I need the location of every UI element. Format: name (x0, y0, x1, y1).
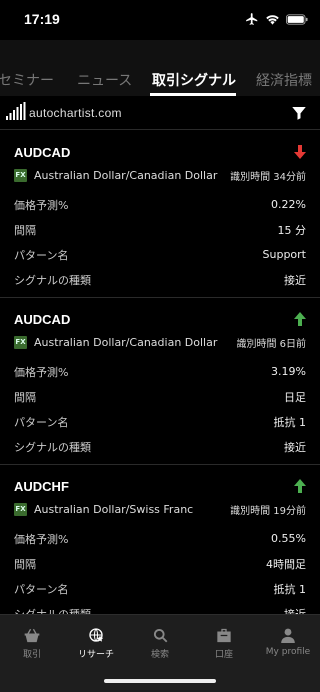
signal-type-row: シグナルの種類 接近 (14, 601, 306, 615)
signal-card[interactable]: AUDCAD FX Australian Dollar/Canadian Dol… (0, 131, 320, 298)
globe-star-icon (89, 628, 104, 642)
tab-trade-signals[interactable]: 取引シグナル (152, 70, 236, 90)
app-header (0, 40, 320, 64)
row-value: 4時間足 (266, 557, 306, 571)
signal-card[interactable]: AUDCAD FX Australian Dollar/Canadian Dol… (0, 298, 320, 465)
interval-row: 間隔 15 分 (14, 217, 306, 242)
row-value: 接近 (284, 440, 306, 454)
row-value: 接近 (284, 273, 306, 287)
tabbar-search[interactable]: 検索 (128, 627, 192, 660)
row-label: 価格予測% (14, 365, 69, 379)
row-label: 価格予測% (14, 198, 69, 212)
identified-time: 識別時間 34分前 (230, 171, 306, 183)
status-time: 17:19 (24, 11, 60, 27)
row-label: 間隔 (14, 557, 36, 571)
fx-badge: FX (14, 168, 27, 182)
price-forecast-row: 価格予測% 0.55% (14, 526, 306, 551)
signal-symbol: AUDCAD (14, 144, 71, 160)
row-label: 間隔 (14, 390, 36, 404)
tabbar-label: リサーチ (77, 650, 114, 660)
tabbar-label: 口座 (214, 650, 233, 660)
tab-news[interactable]: ニュース (77, 70, 132, 90)
tabbar-label: My profile (265, 647, 311, 657)
wifi-icon (266, 15, 279, 25)
price-forecast-row: 価格予測% 0.22% (14, 192, 306, 217)
signal-symbol: AUDCAD (14, 311, 71, 327)
brand-name: autochartist.com (29, 106, 122, 120)
pattern-name-row: パターン名 Support (14, 242, 306, 267)
row-value: 3.19% (271, 365, 306, 378)
signal-card[interactable]: AUDCHF FX Australian Dollar/Swiss Franc … (0, 465, 320, 614)
row-label: シグナルの種類 (14, 440, 91, 454)
pair-name: Australian Dollar/Swiss Franc (34, 502, 194, 516)
row-label: パターン名 (14, 582, 69, 596)
pair-name: Australian Dollar/Canadian Dollar (34, 168, 218, 182)
price-forecast-row: 価格予測% 3.19% (14, 359, 306, 384)
tabbar-my-profile[interactable]: My profile (256, 627, 320, 657)
pattern-name-row: パターン名 抵抗 1 (14, 409, 306, 434)
signal-type-row: シグナルの種類 接近 (14, 434, 306, 459)
battery-icon (286, 13, 308, 25)
row-value: 日足 (284, 390, 306, 404)
signal-list: AUDCAD FX Australian Dollar/Canadian Dol… (0, 131, 320, 614)
row-label: 間隔 (14, 223, 36, 237)
filter-icon[interactable] (290, 104, 308, 122)
signal-type-row: シグナルの種類 接近 (14, 267, 306, 292)
row-label: パターン名 (14, 248, 69, 262)
tabbar-label: 検索 (150, 650, 169, 660)
row-label: 価格予測% (14, 532, 69, 546)
fx-badge: FX (14, 335, 27, 349)
row-value: Support (262, 248, 306, 261)
identified-time: 識別時間 19分前 (230, 505, 306, 517)
row-value: 0.22% (271, 198, 306, 211)
arrow-down-icon (294, 145, 306, 159)
home-indicator[interactable] (104, 679, 216, 683)
category-tabs: セミナー ニュース 取引シグナル 経済指標 (0, 64, 320, 96)
logo-bars-icon (6, 102, 26, 120)
fx-badge: FX (14, 502, 27, 516)
autochartist-logo: autochartist.com (6, 102, 122, 120)
pair-name: Australian Dollar/Canadian Dollar (34, 335, 218, 349)
row-value: 抵抗 1 (273, 582, 307, 596)
person-icon (281, 628, 295, 643)
interval-row: 間隔 日足 (14, 384, 306, 409)
status-icons (245, 12, 308, 26)
row-label: シグナルの種類 (14, 273, 91, 287)
row-value: 抵抗 1 (273, 415, 307, 429)
briefcase-icon (217, 628, 231, 642)
row-value: 15 分 (277, 223, 307, 237)
arrow-up-icon (294, 312, 306, 326)
pattern-name-row: パターン名 抵抗 1 (14, 576, 306, 601)
row-value: 0.55% (271, 532, 306, 545)
airplane-icon (246, 13, 258, 25)
basket-icon (24, 628, 40, 642)
signal-symbol: AUDCHF (14, 478, 69, 494)
tab-seminar[interactable]: セミナー (0, 70, 54, 90)
identified-time: 識別時間 6日前 (236, 338, 306, 350)
row-label: シグナルの種類 (14, 607, 91, 615)
tabbar-research[interactable]: リサーチ (64, 627, 128, 660)
tab-economic-indicators[interactable]: 経済指標 (256, 70, 312, 90)
tabbar-account[interactable]: 口座 (192, 627, 256, 660)
interval-row: 間隔 4時間足 (14, 551, 306, 576)
brand-bar: autochartist.com (0, 96, 320, 130)
row-value: 接近 (284, 607, 306, 615)
arrow-up-icon (294, 479, 306, 493)
tabbar-trade[interactable]: 取引 (0, 627, 64, 660)
status-bar: 17:19 (0, 0, 320, 40)
tabbar-label: 取引 (22, 650, 41, 660)
row-label: パターン名 (14, 415, 69, 429)
search-icon (153, 628, 167, 642)
